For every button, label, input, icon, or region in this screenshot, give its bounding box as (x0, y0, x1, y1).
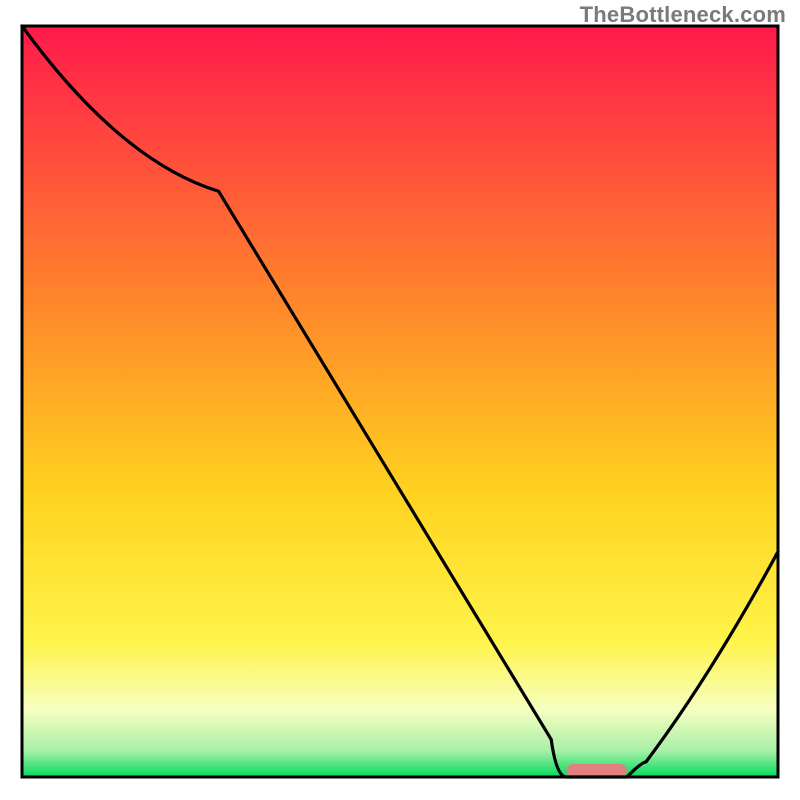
chart-container: TheBottleneck.com (0, 0, 800, 800)
bottleneck-chart (0, 0, 800, 800)
attribution-text: TheBottleneck.com (580, 2, 786, 28)
plot-background (22, 26, 778, 777)
